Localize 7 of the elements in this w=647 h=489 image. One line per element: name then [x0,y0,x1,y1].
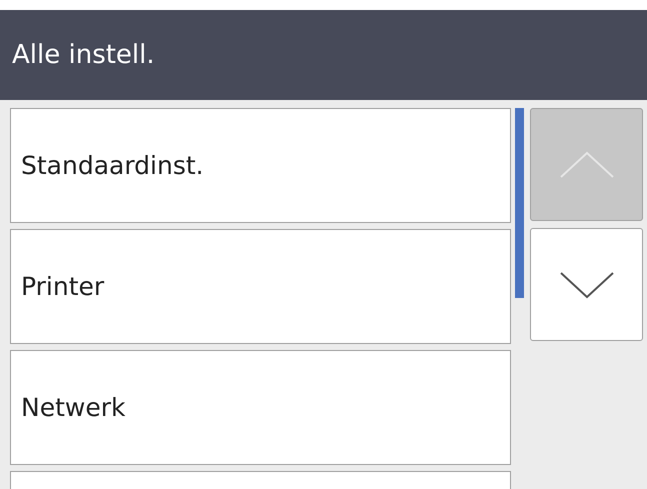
menu-item[interactable]: Netwerk [10,350,511,465]
chevron-down-icon [558,270,614,298]
screen-title: Alle instell. [12,40,155,70]
chevron-up-icon [558,150,614,178]
scroll-down-button[interactable] [530,228,643,341]
menu-item[interactable]: Printer [10,229,511,344]
menu-item[interactable]: Standaardinst. [10,108,511,223]
